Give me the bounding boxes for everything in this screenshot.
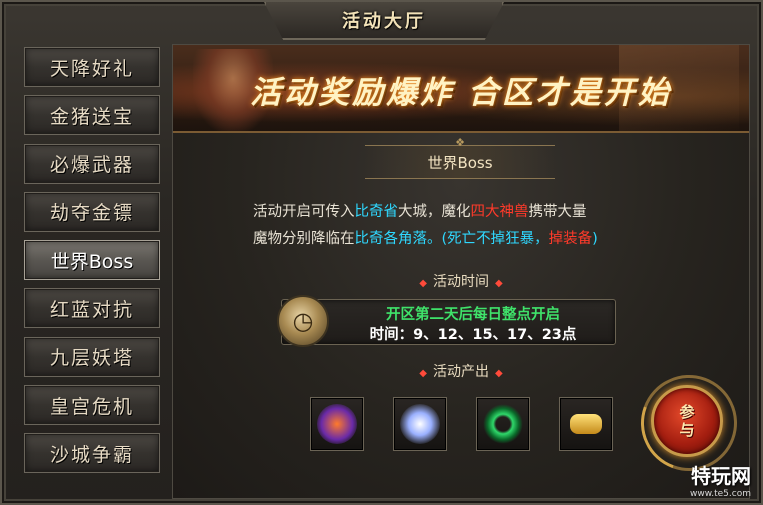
rewards-title: 活动产出 [433,364,489,380]
watermark-logo-text: 特玩网 [691,464,751,488]
reward-slot-1[interactable] [310,397,364,451]
schedule-title: 活动时间 [433,274,489,290]
sidebar-item-palace-crisis[interactable]: 皇宫危机 [24,385,160,426]
reward-slot-3[interactable] [476,397,530,451]
schedule-heading: ◆ 活动时间 ◆ [173,271,749,291]
window-title: 活动大厅 [342,11,426,32]
site-watermark: 特玩网 www.te5.com [690,460,751,499]
watermark-url: www.te5.com [690,489,751,499]
desc-highlight-note: (死亡不掉狂暴， [441,231,549,247]
gold-ingot-icon [570,414,602,434]
desc-text: 魔物分别降临在 [253,231,355,247]
sidebar-item-red-blue-battle[interactable]: 红蓝对抗 [24,288,160,329]
desc-highlight-location: 比奇省 [354,204,399,220]
jade-ring-icon [483,404,523,444]
desc-text: 大城，魔化 [398,204,471,220]
fire-orb-icon [317,404,357,444]
sidebar-item-castle-siege[interactable]: 沙城争霸 [24,433,160,474]
reward-slot-2[interactable] [393,397,447,451]
banner-slogan: 活动奖励爆炸 合区才是开始 [250,75,672,111]
desc-text: ) [592,231,598,247]
description-line-2: 魔物分别降临在比奇各角落。(死亡不掉狂暴，掉装备) [253,226,723,253]
section-header: ❖ 世界Boss [365,137,555,179]
sidebar-item-golden-pig[interactable]: 金猪送宝 [24,95,160,136]
desc-text: 活动开启可传入 [253,204,355,220]
diamond-icon: ◆ [419,368,427,379]
activity-detail-panel: 活动奖励爆炸 合区才是开始 ❖ 世界Boss 活动开启可传入比奇省大城，魔化四大… [172,44,753,499]
sidebar-item-demon-tower[interactable]: 九层妖塔 [24,336,160,377]
schedule-line-2: 时间：9、12、15、17、23点 [369,327,577,343]
clock-icon: ◷ [277,295,329,347]
schedule-line-1: 开区第二天后每日整点开启 [386,307,560,323]
sidebar-item-world-boss[interactable]: 世界Boss [24,240,160,281]
diamond-icon: ◆ [495,368,503,379]
sidebar-item-heaven-gift[interactable]: 天降好礼 [24,47,160,87]
activity-banner: 活动奖励爆炸 合区才是开始 [173,45,749,133]
activity-description: 活动开启可传入比奇省大城，魔化四大神兽携带大量 魔物分别降临在比奇各角落。(死亡… [253,199,723,253]
desc-highlight-beasts: 四大神兽 [470,204,529,220]
section-title: 世界Boss [427,153,493,172]
join-button[interactable]: 参 与 [625,359,753,487]
diamond-icon: ◆ [495,278,503,289]
desc-highlight-drop: 掉装备 [548,231,593,247]
join-label-1: 参 [679,403,695,421]
desc-text: 携带大量 [528,204,587,220]
description-line-1: 活动开启可传入比奇省大城，魔化四大神兽携带大量 [253,199,723,226]
sidebar-item-escort-robbery[interactable]: 劫夺金镖 [24,191,160,232]
ornament-icon: ❖ [455,136,465,149]
activity-sidebar: 天降好礼 金猪送宝 必爆武器 劫夺金镖 世界Boss 红蓝对抗 九层妖塔 皇宫危… [24,47,164,482]
diamond-icon: ◆ [419,278,427,289]
join-button-face: 参 与 [651,385,723,457]
wing-feather-icon [400,404,440,444]
reward-slot-4[interactable] [559,397,613,451]
sidebar-item-drop-weapon[interactable]: 必爆武器 [24,143,160,184]
join-label-2: 与 [679,421,695,439]
activity-hall-window: 活动大厅 天降好礼 金猪送宝 必爆武器 劫夺金镖 世界Boss 红蓝对抗 九层妖… [0,0,763,505]
window-title-tab: 活动大厅 [264,2,504,40]
desc-highlight-corners: 比奇各角落。 [354,231,442,247]
